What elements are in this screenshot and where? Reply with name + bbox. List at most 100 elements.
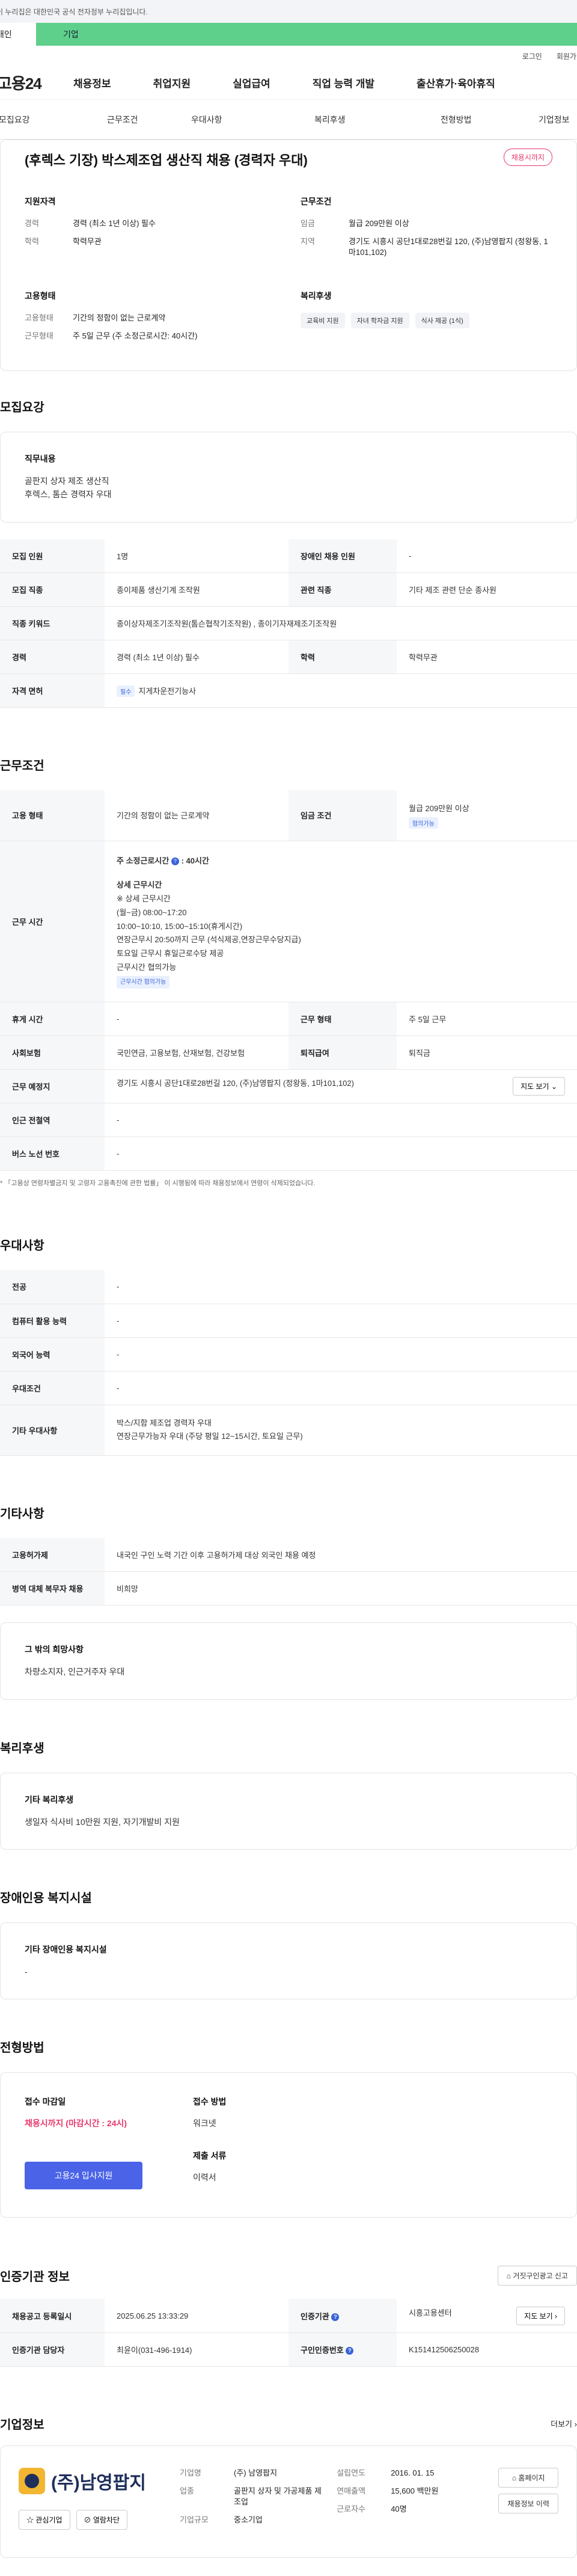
- info-icon[interactable]: ?: [171, 857, 179, 865]
- recruit-section-title: 모집요강: [0, 400, 44, 414]
- related-job-label: 관련 직종: [288, 572, 397, 607]
- site-logo[interactable]: 고용24: [0, 72, 70, 94]
- duty-card: 직무내용 골판지 상자 제조 생산직 후렉스, 톰슨 경력자 우대: [0, 431, 577, 523]
- insurance-value: 국민연금, 고용보험, 산재보험, 건강보험: [105, 1035, 288, 1070]
- tab-company[interactable]: 기업: [36, 23, 577, 46]
- foreign-worker-value: 내국인 구인 노력 기간 이후 고용허가제 대상 외국인 채용 예정: [105, 1538, 577, 1572]
- block-icon: ⊘: [84, 2515, 91, 2524]
- kv-value: 월급 209만원 이상: [349, 219, 409, 228]
- kv-value: 학력무관: [73, 237, 102, 247]
- cert-number-value: K151412506250028: [397, 2332, 577, 2367]
- disabled-fac-title: 기타 장애인용 복지시설: [25, 1945, 107, 1954]
- employment-type-label: 고용 형태: [0, 790, 105, 841]
- agency-cell: 시흥고용센터 지도 보기 ›: [397, 2299, 577, 2333]
- welfare-block: 복리후생 교육비 지원 자녀 학자금 지원 식사 제공 (1식): [301, 290, 552, 349]
- kv-key: 학력: [25, 237, 39, 247]
- subnav-selection[interactable]: 전형방법: [441, 114, 525, 126]
- foreign-worker-label: 고용허가제: [0, 1538, 105, 1572]
- subway-value: -: [105, 1103, 577, 1138]
- etc-pref-line: 박스/지함 제조업 경력자 우대: [117, 1418, 212, 1428]
- info-icon[interactable]: ?: [346, 2346, 354, 2355]
- apply-button[interactable]: 고용24 입사지원: [25, 2162, 142, 2190]
- subnav-company[interactable]: 기업정보: [539, 114, 570, 126]
- subnav-welfare[interactable]: 복리후생: [314, 114, 441, 126]
- welfare-card: 기타 복리후생 생일자 식사비 10만원 지원, 자기개발비 지원: [0, 1772, 577, 1850]
- qualification-block: 지원자격 경력 경력 (최소 1년 이상) 필수 학력 학력무관: [25, 195, 276, 266]
- utility-links: 로그인 회원가입: [0, 46, 577, 66]
- subnav-work-conditions[interactable]: 근무조건: [107, 114, 191, 126]
- company-info: 기업명 (주) 남영팝지 업종 골판지 상자 및 가공제품 제조업 기업규모 중소기업…: [180, 2468, 481, 2533]
- location-label: 근무 예정지: [0, 1069, 105, 1104]
- gnb-item-vocational-training[interactable]: 직업 능력 개발: [313, 75, 374, 90]
- company-logo: (주)남영팝지: [19, 2467, 163, 2494]
- duty-line: 후렉스, 톰슨 경력자 우대: [25, 489, 112, 500]
- computer-label: 컴퓨터 활용 능력: [0, 1304, 105, 1338]
- kv-key: 지역: [301, 237, 315, 247]
- time-negotiable-tag: 근무시간 협의가능: [117, 975, 170, 989]
- report-false-ad-button[interactable]: ⌂ 거짓구인광고 신고: [497, 2266, 577, 2286]
- info-icon[interactable]: ?: [331, 2313, 340, 2321]
- welfare-chip: 식사 제공 (1식): [415, 312, 469, 328]
- insurance-label: 사회보험: [0, 1035, 105, 1070]
- etc-pref-cell: 박스/지함 제조업 경력자 우대 연장근무가능자 우대 (주당 평일 12~15…: [105, 1405, 577, 1456]
- join-link[interactable]: 회원가입: [557, 51, 577, 61]
- manager-label: 인증기관 담당자: [0, 2332, 105, 2367]
- manager-value: 최윤이(031-496-1914): [105, 2332, 288, 2367]
- duty-line: 골판지 상자 제조 생산직: [25, 476, 109, 486]
- docs-value: 이력서: [193, 2173, 216, 2183]
- company-logo-mark: [19, 2467, 45, 2494]
- login-link[interactable]: 로그인: [522, 51, 542, 61]
- agency-map-button[interactable]: 지도 보기 ›: [516, 2306, 565, 2325]
- conditions-block: 근무조건 임금 월급 209만원 이상 지역 경기도 시흥시 공단1대로28번길 1…: [301, 195, 552, 266]
- apply-card: 접수 마감일 채용시까지 (마감시간 : 24시) 고용24 입사지원 접수 방…: [0, 2072, 577, 2218]
- major-value: -: [105, 1270, 577, 1304]
- pref-cond-value: -: [105, 1371, 577, 1405]
- company-employees: 40명: [391, 2504, 407, 2514]
- welfare-card-text: 생일자 식사비 10만원 지원, 자기개발비 지원: [25, 1817, 180, 1827]
- computer-value: -: [105, 1304, 577, 1338]
- kv-key: 임금: [301, 219, 315, 228]
- work-time-detail-title: 상세 근무시간: [117, 880, 162, 890]
- kv-key: 연매출액: [337, 2486, 366, 2496]
- career-label: 경력: [0, 640, 105, 675]
- recruit-table: 모집 인원 1명 장애인 채용 인원 - 모집 직종 종이제품 생산기계 조작원…: [0, 539, 577, 708]
- subnav-preferences[interactable]: 우대사항: [191, 114, 314, 126]
- gnb-item-maternity-leave[interactable]: 출산휴가·육아휴직: [417, 75, 495, 90]
- job-category-label: 모집 직종: [0, 572, 105, 607]
- wish-title: 그 밖의 희망사항: [25, 1645, 84, 1655]
- gnb-item-jobs[interactable]: 채용정보: [73, 75, 111, 90]
- recruit-history-button[interactable]: 채용정보 이력: [498, 2493, 558, 2513]
- kv-key: 고용형태: [25, 313, 53, 322]
- wage-value: 월급 209만원 이상: [409, 803, 469, 813]
- favorite-company-button[interactable]: ☆ 관심기업: [19, 2509, 70, 2530]
- chevron-right-icon: ›: [555, 2311, 557, 2320]
- agency-table: 채용공고 등록일시 2025.06.25 13:33:29 인증기관 ? 시흥고…: [0, 2299, 577, 2367]
- deadline-badge: 채용시까지: [503, 149, 552, 166]
- user-type-tabs: 개인 기업: [0, 23, 577, 46]
- work-time-line: (월~금) 08:00~17:20: [117, 907, 187, 917]
- gnb-item-employment-support[interactable]: 취업지원: [153, 75, 191, 90]
- method-value: 워크넷: [193, 2118, 216, 2129]
- agency-header: 인증기관 정보 ⌂ 거짓구인광고 신고: [0, 2266, 577, 2286]
- break-value: -: [105, 1002, 288, 1037]
- block-view-button[interactable]: ⊘ 열람차단: [76, 2509, 128, 2530]
- other-section-title: 기타사항: [0, 1507, 44, 1521]
- method-title: 접수 방법: [193, 2097, 227, 2107]
- gnb-item-unemployment-benefit[interactable]: 실업급여: [233, 75, 270, 90]
- employment-type-block: 고용형태 고용형태 기간의 정함이 없는 근로계약 근무형태 주 5일 근무 (주 …: [25, 290, 276, 349]
- other-table: 고용허가제 내국인 구인 노력 기간 이후 고용허가제 대상 외국인 채용 예정 …: [0, 1538, 577, 1606]
- apply-section-title: 전형방법: [0, 2041, 44, 2055]
- job-keyword-value: 종이상자제조기조작원(톰슨협착기조작원) , 종이기자재제조기조작원: [105, 606, 577, 641]
- military-label: 병역 대체 복무자 채용: [0, 1571, 105, 1606]
- shift-value: 주 5일 근무: [397, 1002, 577, 1037]
- subnav-recruit[interactable]: 모집요강: [0, 114, 107, 126]
- company-more-link[interactable]: 더보기 ›: [551, 2418, 577, 2429]
- language-value: -: [105, 1337, 577, 1372]
- company-section-title: 기업정보: [0, 2418, 44, 2432]
- homepage-button[interactable]: ⌂ 홈페이지: [498, 2467, 558, 2488]
- work-time-label: 근무 시간: [0, 841, 105, 1003]
- work-time-line: 연장근무시 20:50까지 근무 (석식제공,연장근무수당지급): [117, 935, 301, 945]
- map-button[interactable]: 지도 보기 ⌄: [513, 1077, 565, 1096]
- cert-number-label: 구인인증번호 ?: [288, 2332, 397, 2367]
- tab-personal[interactable]: 개인: [0, 23, 36, 46]
